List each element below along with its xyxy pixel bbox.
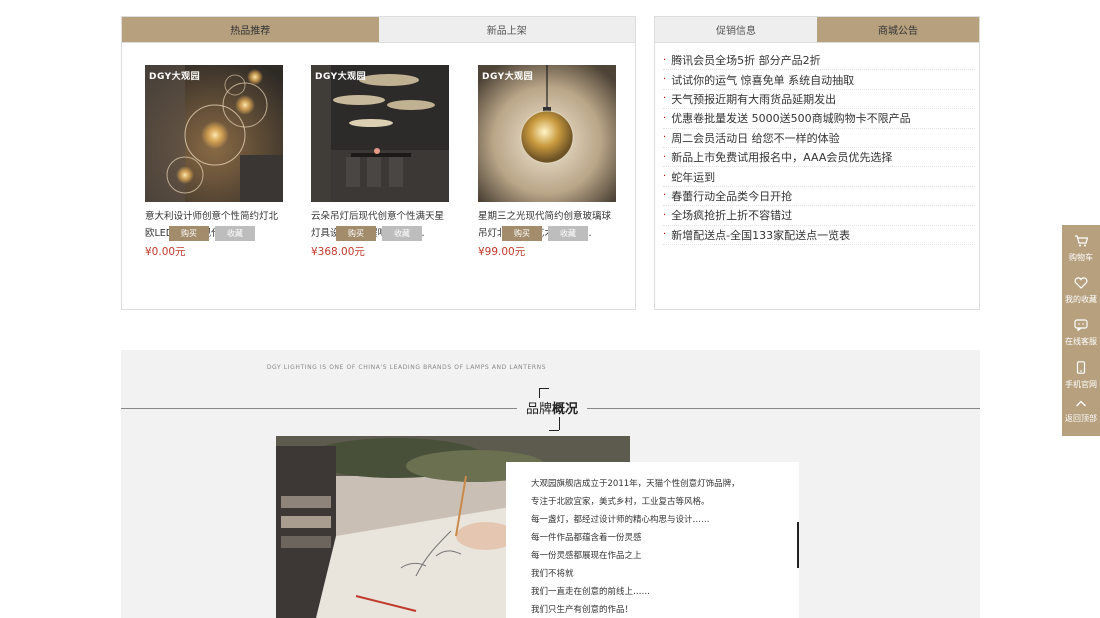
description-line: 每一件作品都蕴含着一份灵感 bbox=[531, 533, 642, 543]
description-line: 专注于北欧宜家，美式乡村，工业复古等风格。 bbox=[531, 497, 710, 507]
notice-tabs: 促销信息 商城公告 bbox=[655, 17, 979, 43]
brand-overview-section: DGY LIGHTING IS ONE OF CHINA'S LEADING B… bbox=[121, 350, 980, 618]
product-image[interactable]: DGY大观园 bbox=[145, 65, 283, 202]
cart-icon bbox=[1075, 235, 1088, 247]
notice-item[interactable]: · 优惠卷批量发送 5000送500商城购物卡不限产品 bbox=[663, 109, 975, 129]
description-line: 每一盏灯，都经过设计师的精心构思与设计…… bbox=[531, 515, 710, 525]
sidebar-item-mobile[interactable]: 手机官网 bbox=[1062, 361, 1100, 390]
buy-button[interactable]: 购买 bbox=[336, 226, 376, 241]
description-line: 每一份灵感都展现在作品之上 bbox=[531, 551, 642, 561]
description-line: 我们一直走在创意的前线上…… bbox=[531, 587, 651, 597]
tab-announcements[interactable]: 商城公告 bbox=[817, 17, 979, 43]
notice-panel: 促销信息 商城公告 · 腾讯会员全场5折 部分产品2折 · 试试你的运气 惊喜免单 … bbox=[654, 16, 980, 310]
description-line: 我们不将就 bbox=[531, 569, 574, 579]
sidebar-item-back-to-top[interactable]: 返回顶部 bbox=[1062, 399, 1100, 424]
heart-icon bbox=[1074, 277, 1088, 289]
product-price: ¥368.00元 bbox=[311, 246, 365, 258]
favorite-button[interactable]: 收藏 bbox=[382, 226, 422, 241]
sidebar-item-favorites[interactable]: 我的收藏 bbox=[1062, 277, 1100, 305]
title-frame bbox=[539, 388, 549, 389]
product-price: ¥99.00元 bbox=[478, 246, 526, 258]
product-image[interactable]: DGY大观园 bbox=[478, 65, 616, 202]
title-frame bbox=[549, 430, 559, 431]
brand-description: 大观园旗舰店成立于2011年，天猫个性创意灯饰品牌， 专注于北欧宜家，美式乡村，… bbox=[506, 462, 799, 618]
tab-hot-recommend[interactable]: 热品推荐 bbox=[122, 17, 379, 43]
notice-item[interactable]: · 天气预报近期有大雨货品延期发出 bbox=[663, 90, 975, 110]
description-line: 我们只生产有创意的作品！ bbox=[531, 605, 634, 615]
section-title: 品牌概况 bbox=[517, 398, 587, 417]
notice-item[interactable]: · 试试你的运气 惊喜免单 系统自动抽取 bbox=[663, 70, 975, 90]
notice-item[interactable]: · 腾讯会员全场5折 部分产品2折 bbox=[663, 51, 975, 71]
product-actions: 购买 收藏 bbox=[169, 226, 255, 241]
notice-item[interactable]: · 蛇年运到 bbox=[663, 167, 975, 187]
brand-logo: DGY大观园 bbox=[149, 72, 201, 82]
scroll-indicator[interactable] bbox=[797, 522, 799, 568]
buy-button[interactable]: 购买 bbox=[169, 226, 209, 241]
product-actions: 购买 收藏 bbox=[336, 226, 422, 241]
buy-button[interactable]: 购买 bbox=[502, 226, 542, 241]
arrow-up-icon bbox=[1076, 400, 1086, 407]
tab-new-arrivals[interactable]: 新品上架 bbox=[378, 17, 635, 43]
notice-item[interactable]: · 周二会员活动日 给您不一样的体验 bbox=[663, 129, 975, 148]
phone-icon bbox=[1076, 361, 1086, 374]
description-line: 大观园旗舰店成立于2011年，天猫个性创意灯饰品牌， bbox=[531, 479, 740, 489]
brand-logo: DGY大观园 bbox=[315, 72, 367, 82]
notice-item[interactable]: · 新增配送点-全国133家配送点一览表 bbox=[663, 226, 975, 245]
product-tabs: 热品推荐 新品上架 bbox=[122, 17, 635, 43]
brand-tagline: DGY LIGHTING IS ONE OF CHINA'S LEADING B… bbox=[266, 364, 547, 371]
floating-sidebar: 购物车 我的收藏 在线客服 手机官网 返回顶部 bbox=[1062, 225, 1100, 436]
brand-logo: DGY大观园 bbox=[482, 72, 534, 82]
notice-item[interactable]: · 春蕾行动全品类今日开抢 bbox=[663, 187, 975, 207]
sidebar-item-service[interactable]: 在线客服 bbox=[1062, 319, 1100, 347]
notice-item[interactable]: · 新品上市免费试用报名中，AAA会员优先选择 bbox=[663, 148, 975, 168]
product-price: ¥0.00元 bbox=[145, 246, 186, 258]
notice-item[interactable]: · 全场疯抢折上折不容错过 bbox=[663, 206, 975, 226]
sidebar-item-cart[interactable]: 购物车 bbox=[1062, 235, 1100, 263]
chat-icon bbox=[1074, 319, 1088, 331]
tab-promotions[interactable]: 促销信息 bbox=[655, 17, 817, 43]
product-panel: 热品推荐 新品上架 DGY大观园 意大利设计师创意个性简约灯北 ¥0.00元 D… bbox=[121, 16, 636, 310]
product-image[interactable]: DGY大观园 bbox=[311, 65, 449, 202]
notice-list: · 腾讯会员全场5折 部分产品2折 · 试试你的运气 惊喜免单 系统自动抽取 · 天气… bbox=[663, 51, 975, 245]
product-actions: 购买 收藏 bbox=[502, 226, 588, 241]
favorite-button[interactable]: 收藏 bbox=[215, 226, 255, 241]
favorite-button[interactable]: 收藏 bbox=[548, 226, 588, 241]
